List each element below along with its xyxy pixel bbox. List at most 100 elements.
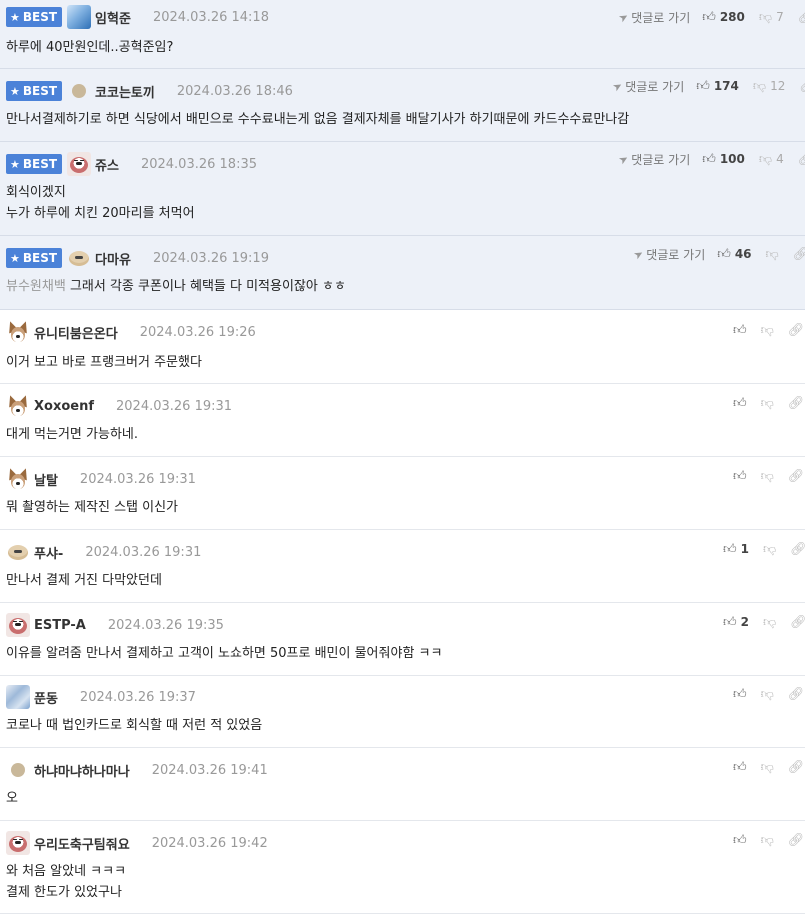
avatar[interactable] <box>6 320 30 344</box>
comment-body: 만나서 결제 거진 다막았던데 <box>6 570 162 591</box>
thumbs-up-icon[interactable]: 👍︎ <box>733 323 747 338</box>
nickname[interactable]: 쥬스 <box>95 155 119 174</box>
nickname[interactable]: 임혁준 <box>95 8 131 27</box>
like-count: 100 <box>719 152 745 166</box>
comment: Xoxoenf 2024.03.26 19:31 👍︎ 👎︎ 🔗︎ 대게 먹는거… <box>0 384 805 457</box>
comment-meta: 하냐마냐하나마나 2024.03.26 19:41 <box>6 753 268 787</box>
thumbs-up-icon[interactable]: 👍︎ <box>723 615 737 630</box>
comment-meta: 우리도축구팀줘요 2024.03.26 19:42 <box>6 826 268 860</box>
link-icon[interactable]: 🔗︎ <box>788 396 805 411</box>
comment-body: 오 <box>6 788 18 809</box>
link-icon[interactable]: 🔗︎ <box>799 79 805 94</box>
avatar[interactable] <box>6 831 30 855</box>
link-icon[interactable]: 🔗︎ <box>790 615 805 630</box>
thumbs-down-icon[interactable]: 👎︎ <box>753 79 766 94</box>
link-icon[interactable]: 🔗︎ <box>798 152 805 167</box>
thumbs-down-icon[interactable]: 👎︎ <box>761 396 774 411</box>
thumbs-up-icon[interactable]: 👍︎ <box>702 10 716 25</box>
like-count: 46 <box>734 247 752 261</box>
reply-arrow-icon: ➤ <box>610 78 625 94</box>
thumbs-up-icon[interactable]: 👍︎ <box>733 396 747 411</box>
like-count: 1 <box>740 542 749 556</box>
comment-meta: ★ BEST 임혁준 2024.03.26 14:18 <box>6 0 269 34</box>
link-icon[interactable]: 🔗︎ <box>788 687 805 702</box>
nickname[interactable]: 하냐마냐하나마나 <box>34 761 130 780</box>
reply-link[interactable]: ➤ 댓글로 가기 <box>631 246 705 263</box>
comment-body: 뷰수원채백 그래서 각종 쿠폰이나 혜택들 다 미적용이잖아 ㅎㅎ <box>6 276 346 297</box>
avatar[interactable] <box>6 685 30 709</box>
nickname[interactable]: Xoxoenf <box>34 399 94 414</box>
avatar[interactable] <box>67 246 91 270</box>
nickname[interactable]: 날탈 <box>34 470 58 489</box>
thumbs-up-icon[interactable]: 👍︎ <box>702 152 716 167</box>
like-count: 280 <box>719 10 745 24</box>
avatar[interactable] <box>67 152 92 176</box>
comment-actions: 👍︎ 👎︎ 🔗︎ <box>733 459 804 493</box>
nickname[interactable]: 유니티붐은온다 <box>34 323 118 342</box>
thumbs-down-icon[interactable]: 👎︎ <box>761 760 774 775</box>
avatar[interactable] <box>67 5 92 29</box>
comment-actions: 👍︎ 👎︎ 🔗︎ <box>733 313 804 347</box>
nickname[interactable]: 코코는토끼 <box>95 82 155 101</box>
thumbs-down-icon[interactable]: 👎︎ <box>763 615 776 630</box>
best-comment: ★ BEST 임혁준 2024.03.26 14:18 ➤ 댓글로 가기 👍︎ 280… <box>0 0 805 69</box>
avatar[interactable] <box>6 467 30 491</box>
star-icon: ★ <box>10 84 20 98</box>
nickname[interactable]: ESTP-A <box>34 618 86 633</box>
nickname[interactable]: 우리도축구팀줘요 <box>34 834 130 853</box>
comment-body: 하루에 40만원인데..공혁준임? <box>6 37 173 58</box>
link-icon[interactable]: 🔗︎ <box>793 247 805 262</box>
nickname[interactable]: 푸샤- <box>34 543 63 562</box>
thumbs-up-icon[interactable]: 👍︎ <box>733 687 747 702</box>
link-icon[interactable]: 🔗︎ <box>798 10 805 25</box>
thumbs-up-icon[interactable]: 👍︎ <box>733 469 747 484</box>
thumbs-down-icon[interactable]: 👎︎ <box>766 247 779 262</box>
avatar[interactable] <box>6 540 30 564</box>
comment-body: 만나서결제하기로 하면 식당에서 배민으로 수수료내는게 없음 결제자체를 배달… <box>6 109 629 130</box>
comment-date: 2024.03.26 18:46 <box>176 83 293 99</box>
link-icon[interactable]: 🔗︎ <box>788 469 805 484</box>
link-icon[interactable]: 🔗︎ <box>788 833 805 848</box>
link-icon[interactable]: 🔗︎ <box>788 323 805 338</box>
comment-text: 코로나 때 법인카드로 회식할 때 저런 적 있었음 <box>6 718 263 733</box>
thumbs-up-icon[interactable]: 👍︎ <box>717 247 731 262</box>
thumbs-down-icon[interactable]: 👎︎ <box>759 10 772 25</box>
avatar[interactable] <box>6 613 30 637</box>
thumbs-down-icon[interactable]: 👎︎ <box>761 687 774 702</box>
reply-link[interactable]: ➤ 댓글로 가기 <box>616 151 690 168</box>
comment-body: 코로나 때 법인카드로 회식할 때 저런 적 있었음 <box>6 715 262 736</box>
thumbs-up-icon[interactable]: 👍︎ <box>733 833 747 848</box>
thumbs-up-icon[interactable]: 👍︎ <box>733 760 747 775</box>
thumbs-down-icon[interactable]: 👎︎ <box>761 469 774 484</box>
link-icon[interactable]: 🔗︎ <box>788 760 805 775</box>
comment-text: 누가 하루에 치킨 20마리를 처먹어 <box>6 206 195 221</box>
comment-actions: ➤ 댓글로 가기 👍︎ 46 👎︎ 🔗︎ <box>631 237 805 271</box>
avatar[interactable] <box>11 763 25 777</box>
thumbs-down-icon[interactable]: 👎︎ <box>763 542 776 557</box>
nickname[interactable]: 푼동 <box>34 688 58 707</box>
thumbs-down-icon[interactable]: 👎︎ <box>761 833 774 848</box>
dislike-count: 4 <box>776 152 784 166</box>
avatar[interactable] <box>6 394 30 418</box>
comment-actions: 👍︎ 👎︎ 🔗︎ <box>733 677 804 711</box>
comment-actions: ➤댓글로 가기 👍︎174 👎︎ 12 🔗︎ <box>610 69 805 103</box>
comment-text: 와 처음 알았네 ㅋㅋㅋ <box>6 864 127 879</box>
thumbs-up-icon[interactable]: 👍︎ <box>723 542 737 557</box>
nickname[interactable]: 다마유 <box>95 249 131 268</box>
comment: 유니티붐은온다 2024.03.26 19:26 👍︎ 👎︎ 🔗︎ 이거 보고 … <box>0 313 805 384</box>
avatar[interactable] <box>72 84 87 98</box>
link-icon[interactable]: 🔗︎ <box>790 542 805 557</box>
comment-date: 2024.03.26 19:31 <box>116 398 233 414</box>
comment-actions: 👍︎ 👎︎ 🔗︎ <box>733 750 804 784</box>
reply-link[interactable]: ➤ 댓글로 가기 <box>610 78 684 95</box>
star-icon: ★ <box>10 157 20 171</box>
reply-link[interactable]: ➤ 댓글로 가기 <box>616 9 690 26</box>
thumbs-down-icon[interactable]: 👎︎ <box>759 152 772 167</box>
thumbs-up-icon[interactable]: 👍︎ <box>696 79 710 94</box>
comment-meta: ESTP-A 2024.03.26 19:35 <box>6 608 224 642</box>
thumbs-down-icon[interactable]: 👎︎ <box>761 323 774 338</box>
comment-body: 대게 먹는거면 가능하네. <box>6 424 138 445</box>
best-badge: ★ BEST <box>6 81 63 101</box>
reply-arrow-icon: ➤ <box>631 246 646 262</box>
dislike-count: 7 <box>776 10 784 24</box>
